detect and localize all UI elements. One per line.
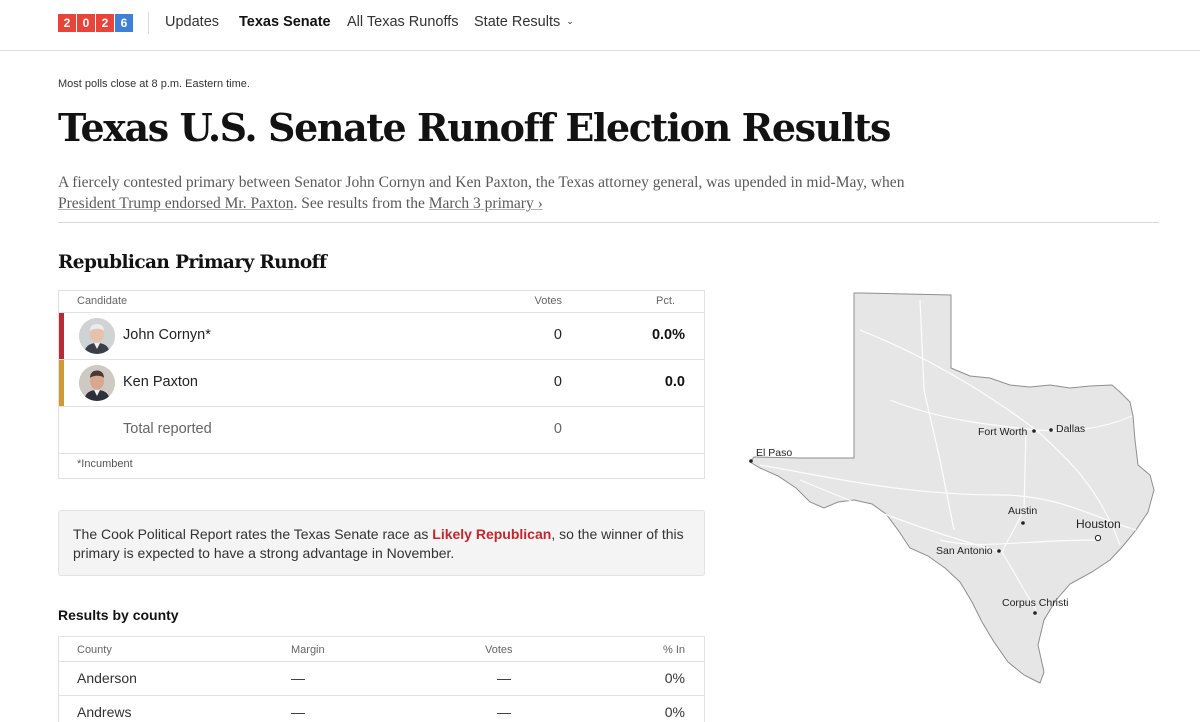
- candidate-votes: 0: [553, 327, 562, 343]
- cook-rating-note: The Cook Political Report rates the Texa…: [58, 510, 705, 576]
- incumbent-footnote: *Incumbent: [77, 458, 133, 470]
- nav-divider: [148, 12, 149, 34]
- county-votes: —: [497, 704, 511, 720]
- logo-digit: 0: [77, 14, 95, 32]
- header-margin: Margin: [291, 644, 325, 656]
- logo-digit: 2: [96, 14, 114, 32]
- top-navigation: 2 0 2 6 Updates Texas Senate All Texas R…: [0, 0, 1200, 51]
- logo-digit: 2: [58, 14, 76, 32]
- city-dot: [1094, 534, 1102, 542]
- total-reported-row: Total reported 0: [59, 407, 704, 454]
- nav-state-results-label: State Results: [474, 14, 561, 30]
- candidate-row-paxton: Ken Paxton 0 0.0: [59, 360, 704, 407]
- county-pct-in: 0%: [664, 704, 685, 720]
- cook-text: The Cook Political Report rates the Texa…: [73, 526, 433, 542]
- candidate-name: Ken Paxton: [123, 374, 198, 390]
- header-pct-in: % In: [662, 644, 685, 656]
- city-dot: [749, 459, 753, 463]
- rating-label: Likely Republican: [432, 526, 552, 542]
- trump-endorsement-link[interactable]: President Trump endorsed Mr. Paxton: [58, 195, 294, 212]
- header-pct: Pct.: [656, 295, 675, 307]
- nav-state-results[interactable]: State Results ⌄: [474, 14, 574, 30]
- city-label: Dallas: [1056, 423, 1085, 435]
- chevron-down-icon: ⌄: [566, 16, 574, 26]
- party-color-bar: [59, 313, 64, 359]
- logo-digit: 6: [115, 14, 133, 32]
- nav-all-texas-runoffs[interactable]: All Texas Runoffs: [347, 14, 459, 30]
- nav-updates[interactable]: Updates: [165, 14, 219, 30]
- results-table: Candidate Votes Pct. John Cornyn* 0 0.0%: [58, 290, 705, 479]
- nav-texas-senate[interactable]: Texas Senate: [239, 14, 331, 30]
- summary-text: A fiercely contested primary between Sen…: [58, 174, 905, 191]
- city-dot: [1033, 611, 1037, 615]
- page-title: Texas U.S. Senate Runoff Election Result…: [58, 105, 891, 150]
- header-votes: Votes: [485, 644, 513, 656]
- city-dot: [1049, 428, 1053, 432]
- race-title: Republican Primary Runoff: [58, 252, 327, 273]
- county-name: Anderson: [77, 670, 137, 686]
- party-color-bar: [59, 360, 64, 406]
- county-name: Andrews: [77, 704, 132, 720]
- page-summary: A fiercely contested primary between Sen…: [58, 172, 938, 214]
- candidate-pct: 0.0%: [651, 327, 685, 343]
- county-results-table: County Margin Votes % In Anderson — — 0%…: [58, 636, 705, 722]
- county-margin: —: [291, 670, 305, 686]
- march-primary-link[interactable]: March 3 primary ›: [429, 195, 543, 212]
- paxton-avatar: [79, 365, 115, 401]
- total-reported-votes: 0: [553, 421, 562, 437]
- city-label: El Paso: [756, 447, 792, 459]
- county-table-header: County Margin Votes % In: [59, 637, 704, 662]
- texas-state-shape: [749, 292, 1155, 684]
- county-margin: —: [291, 704, 305, 720]
- city-label: Austin: [1008, 505, 1037, 517]
- results-table-header: Candidate Votes Pct.: [59, 291, 704, 313]
- divider: [58, 222, 1159, 223]
- county-pct-in: 0%: [664, 670, 685, 686]
- city-label: Houston: [1076, 517, 1121, 531]
- candidate-votes: 0: [553, 374, 562, 390]
- city-dot: [997, 549, 1001, 553]
- county-votes: —: [497, 670, 511, 686]
- results-by-county-title: Results by county: [58, 607, 179, 623]
- header-county: County: [77, 644, 112, 656]
- candidate-pct: 0.0: [664, 374, 685, 390]
- table-row[interactable]: Andrews — — 0%: [59, 696, 704, 722]
- polls-close-notice: Most polls close at 8 p.m. Eastern time.: [58, 78, 250, 90]
- header-votes: Votes: [534, 295, 562, 307]
- header-candidate: Candidate: [77, 295, 128, 307]
- city-label: Corpus Christi: [1002, 597, 1069, 609]
- table-row[interactable]: Anderson — — 0%: [59, 662, 704, 696]
- election-2026-logo[interactable]: 2 0 2 6: [58, 14, 134, 32]
- total-reported-label: Total reported: [123, 421, 212, 437]
- candidate-name: John Cornyn*: [123, 327, 211, 343]
- city-label: Fort Worth: [978, 426, 1028, 438]
- city-label: San Antonio: [936, 545, 993, 557]
- texas-county-map[interactable]: El Paso Fort Worth Dallas Austin Houston…: [740, 290, 1160, 690]
- city-dot: [1032, 429, 1036, 433]
- city-dot: [1021, 521, 1025, 525]
- candidate-row-cornyn: John Cornyn* 0 0.0%: [59, 313, 704, 360]
- cornyn-avatar: [79, 318, 115, 354]
- summary-text: . See results from the: [293, 195, 429, 212]
